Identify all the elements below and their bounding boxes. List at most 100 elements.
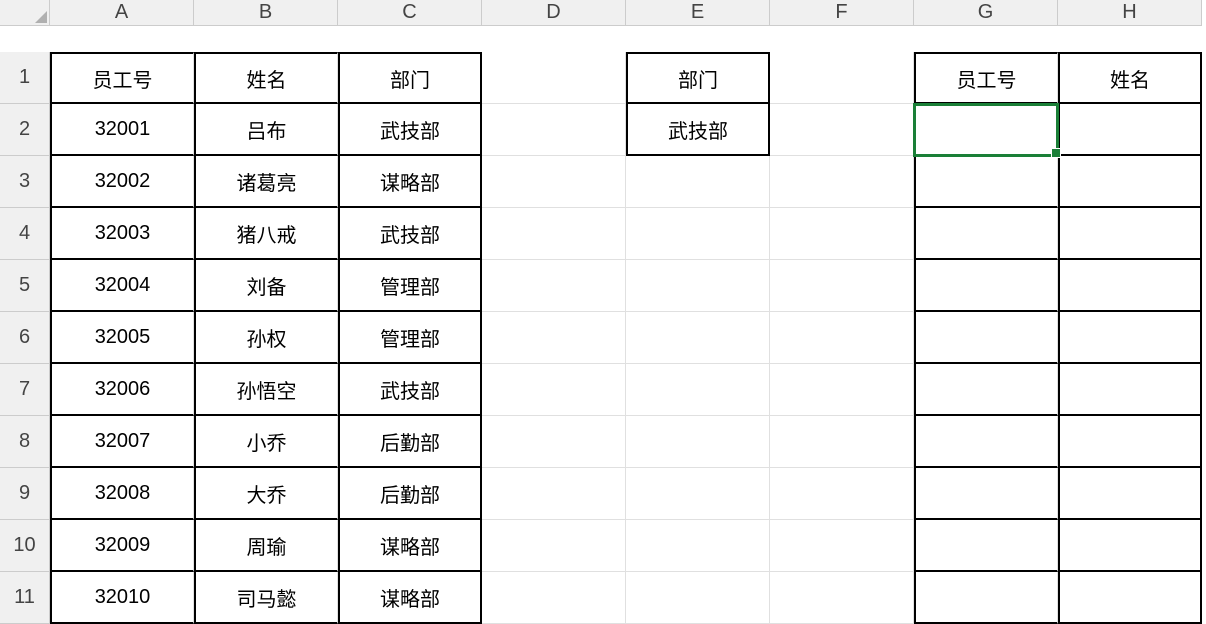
cell-G4[interactable] (914, 208, 1058, 260)
cell-E4[interactable] (626, 208, 770, 260)
cell-D3[interactable] (482, 156, 626, 208)
col-header-B[interactable]: B (194, 0, 338, 26)
cell-B8[interactable]: 小乔 (194, 416, 338, 468)
cell-F7[interactable] (770, 364, 914, 416)
cell-G10[interactable] (914, 520, 1058, 572)
cell-B7[interactable]: 孙悟空 (194, 364, 338, 416)
cell-H4[interactable] (1058, 208, 1202, 260)
cell-C6[interactable]: 管理部 (338, 312, 482, 364)
cell-C5[interactable]: 管理部 (338, 260, 482, 312)
cell-D11[interactable] (482, 572, 626, 624)
cell-G11[interactable] (914, 572, 1058, 624)
cell-A6[interactable]: 32005 (50, 312, 194, 364)
cell-G6[interactable] (914, 312, 1058, 364)
cell-A7[interactable]: 32006 (50, 364, 194, 416)
cell-B10[interactable]: 周瑜 (194, 520, 338, 572)
cell-E8[interactable] (626, 416, 770, 468)
col-header-C[interactable]: C (338, 0, 482, 26)
cell-H1[interactable]: 姓名 (1058, 52, 1202, 104)
col-header-F[interactable]: F (770, 0, 914, 26)
cell-G8[interactable] (914, 416, 1058, 468)
cell-B9[interactable]: 大乔 (194, 468, 338, 520)
cell-A1[interactable]: 员工号 (50, 52, 194, 104)
cell-F2[interactable] (770, 104, 914, 156)
cell-E1[interactable]: 部门 (626, 52, 770, 104)
cell-D2[interactable] (482, 104, 626, 156)
col-header-E[interactable]: E (626, 0, 770, 26)
cell-H9[interactable] (1058, 468, 1202, 520)
cell-A3[interactable]: 32002 (50, 156, 194, 208)
cell-G1[interactable]: 员工号 (914, 52, 1058, 104)
cell-C9[interactable]: 后勤部 (338, 468, 482, 520)
cell-D1[interactable] (482, 52, 626, 104)
cell-H10[interactable] (1058, 520, 1202, 572)
cell-E10[interactable] (626, 520, 770, 572)
spreadsheet-grid[interactable]: A B C D E F G H 1 员工号 姓名 部门 部门 员工号 姓名 2 … (0, 0, 1206, 624)
cell-D4[interactable] (482, 208, 626, 260)
cell-F9[interactable] (770, 468, 914, 520)
cell-E2[interactable]: 武技部 (626, 104, 770, 156)
col-header-D[interactable]: D (482, 0, 626, 26)
cell-F8[interactable] (770, 416, 914, 468)
cell-B5[interactable]: 刘备 (194, 260, 338, 312)
row-header-1[interactable]: 1 (0, 52, 50, 104)
cell-D9[interactable] (482, 468, 626, 520)
cell-G3[interactable] (914, 156, 1058, 208)
cell-A4[interactable]: 32003 (50, 208, 194, 260)
row-header-4[interactable]: 4 (0, 208, 50, 260)
cell-E6[interactable] (626, 312, 770, 364)
row-header-6[interactable]: 6 (0, 312, 50, 364)
cell-F10[interactable] (770, 520, 914, 572)
cell-E3[interactable] (626, 156, 770, 208)
cell-H3[interactable] (1058, 156, 1202, 208)
cell-F4[interactable] (770, 208, 914, 260)
cell-C4[interactable]: 武技部 (338, 208, 482, 260)
cell-A9[interactable]: 32008 (50, 468, 194, 520)
cell-A2[interactable]: 32001 (50, 104, 194, 156)
cell-C11[interactable]: 谋略部 (338, 572, 482, 624)
cell-A10[interactable]: 32009 (50, 520, 194, 572)
cell-C7[interactable]: 武技部 (338, 364, 482, 416)
col-header-A[interactable]: A (50, 0, 194, 26)
select-all-corner[interactable] (0, 0, 50, 26)
cell-H5[interactable] (1058, 260, 1202, 312)
cell-A8[interactable]: 32007 (50, 416, 194, 468)
cell-B11[interactable]: 司马懿 (194, 572, 338, 624)
row-header-10[interactable]: 10 (0, 520, 50, 572)
cell-E5[interactable] (626, 260, 770, 312)
cell-A11[interactable]: 32010 (50, 572, 194, 624)
cell-E11[interactable] (626, 572, 770, 624)
row-header-7[interactable]: 7 (0, 364, 50, 416)
cell-D8[interactable] (482, 416, 626, 468)
cell-A5[interactable]: 32004 (50, 260, 194, 312)
cell-C1[interactable]: 部门 (338, 52, 482, 104)
cell-B3[interactable]: 诸葛亮 (194, 156, 338, 208)
cell-E7[interactable] (626, 364, 770, 416)
cell-G7[interactable] (914, 364, 1058, 416)
row-header-11[interactable]: 11 (0, 572, 50, 624)
cell-C3[interactable]: 谋略部 (338, 156, 482, 208)
row-header-2[interactable]: 2 (0, 104, 50, 156)
cell-F1[interactable] (770, 52, 914, 104)
cell-G5[interactable] (914, 260, 1058, 312)
cell-B1[interactable]: 姓名 (194, 52, 338, 104)
cell-H11[interactable] (1058, 572, 1202, 624)
cell-F3[interactable] (770, 156, 914, 208)
cell-D10[interactable] (482, 520, 626, 572)
row-header-9[interactable]: 9 (0, 468, 50, 520)
cell-H8[interactable] (1058, 416, 1202, 468)
cell-F6[interactable] (770, 312, 914, 364)
row-header-5[interactable]: 5 (0, 260, 50, 312)
cell-D7[interactable] (482, 364, 626, 416)
cell-G2[interactable] (914, 104, 1058, 156)
cell-F5[interactable] (770, 260, 914, 312)
cell-H2[interactable] (1058, 104, 1202, 156)
cell-C2[interactable]: 武技部 (338, 104, 482, 156)
cell-H7[interactable] (1058, 364, 1202, 416)
col-header-G[interactable]: G (914, 0, 1058, 26)
cell-F11[interactable] (770, 572, 914, 624)
row-header-3[interactable]: 3 (0, 156, 50, 208)
cell-B2[interactable]: 吕布 (194, 104, 338, 156)
cell-C8[interactable]: 后勤部 (338, 416, 482, 468)
cell-D5[interactable] (482, 260, 626, 312)
